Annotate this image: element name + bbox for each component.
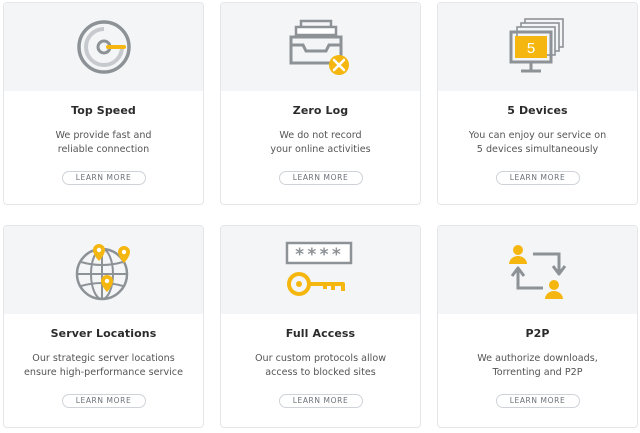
feature-card-5-devices: 5 5 Devices You can enjoy our service on… [437,2,638,205]
password-field-mask: **** [294,245,343,265]
card-icon-panel [4,3,203,91]
password-key-icon: **** [285,241,352,296]
card-title: Zero Log [292,104,349,117]
learn-more-button[interactable]: LEARN MORE [61,394,146,408]
feature-card-full-access: **** Full Access Our custom protocols al… [220,225,421,428]
card-icon-panel [4,226,203,314]
card-description-line: access to blocked sites [265,367,376,378]
learn-more-button[interactable]: LEARN MORE [278,171,363,185]
speedometer-icon [76,20,131,74]
card-description-line: your online activities [270,144,371,155]
feature-card-p2p: P2P We authorize downloads, Torrenting a… [437,225,638,428]
card-title: Full Access [285,327,356,340]
stacked-monitors-icon: 5 [509,18,564,73]
learn-more-button[interactable]: LEARN MORE [61,171,146,185]
card-description: Our custom protocols allow access to blo… [221,352,420,380]
learn-more-button[interactable]: LEARN MORE [495,394,580,408]
card-description: You can enjoy our service on 5 devices s… [438,129,637,157]
card-title: Server Locations [50,327,157,340]
card-description-line: ensure high-performance service [24,367,183,378]
card-title: 5 Devices [507,104,568,117]
archive-box-x-icon [289,19,349,75]
feature-card-zero-log: Zero Log We do not record your online ac… [220,2,421,205]
feature-card-server-locations: Server Locations Our strategic server lo… [3,225,204,428]
card-icon-panel [221,3,420,91]
peer-to-peer-icon [508,245,566,299]
card-description-line: We provide fast and [55,130,152,141]
card-description-line: Our strategic server locations [32,353,175,364]
card-description-line: We authorize downloads, [477,353,598,364]
card-description-line: Torrenting and P2P [492,367,583,378]
learn-more-button[interactable]: LEARN MORE [278,394,363,408]
card-description-line: You can enjoy our service on [468,130,607,141]
globe-pins-icon [75,244,130,301]
card-description-line: 5 devices simultaneously [476,144,599,155]
features-grid: Top Speed We provide fast and reliable c… [0,0,640,433]
devices-badge: 5 [526,40,534,57]
card-description: We provide fast and reliable connection [4,129,203,157]
learn-more-button[interactable]: LEARN MORE [495,171,580,185]
card-description: We do not record your online activities [221,129,420,157]
card-icon-panel: 5 [438,3,637,91]
card-title: P2P [525,327,550,340]
card-description-line: We do not record [279,130,362,141]
card-icon-panel [438,226,637,314]
card-description-line: Our custom protocols allow [254,353,387,364]
card-description: We authorize downloads, Torrenting and P… [438,352,637,380]
card-description: Our strategic server locations ensure hi… [4,352,203,380]
card-title: Top Speed [71,104,136,117]
card-description-line: reliable connection [57,144,150,155]
card-icon-panel: **** [221,226,420,314]
feature-card-top-speed: Top Speed We provide fast and reliable c… [3,2,204,205]
